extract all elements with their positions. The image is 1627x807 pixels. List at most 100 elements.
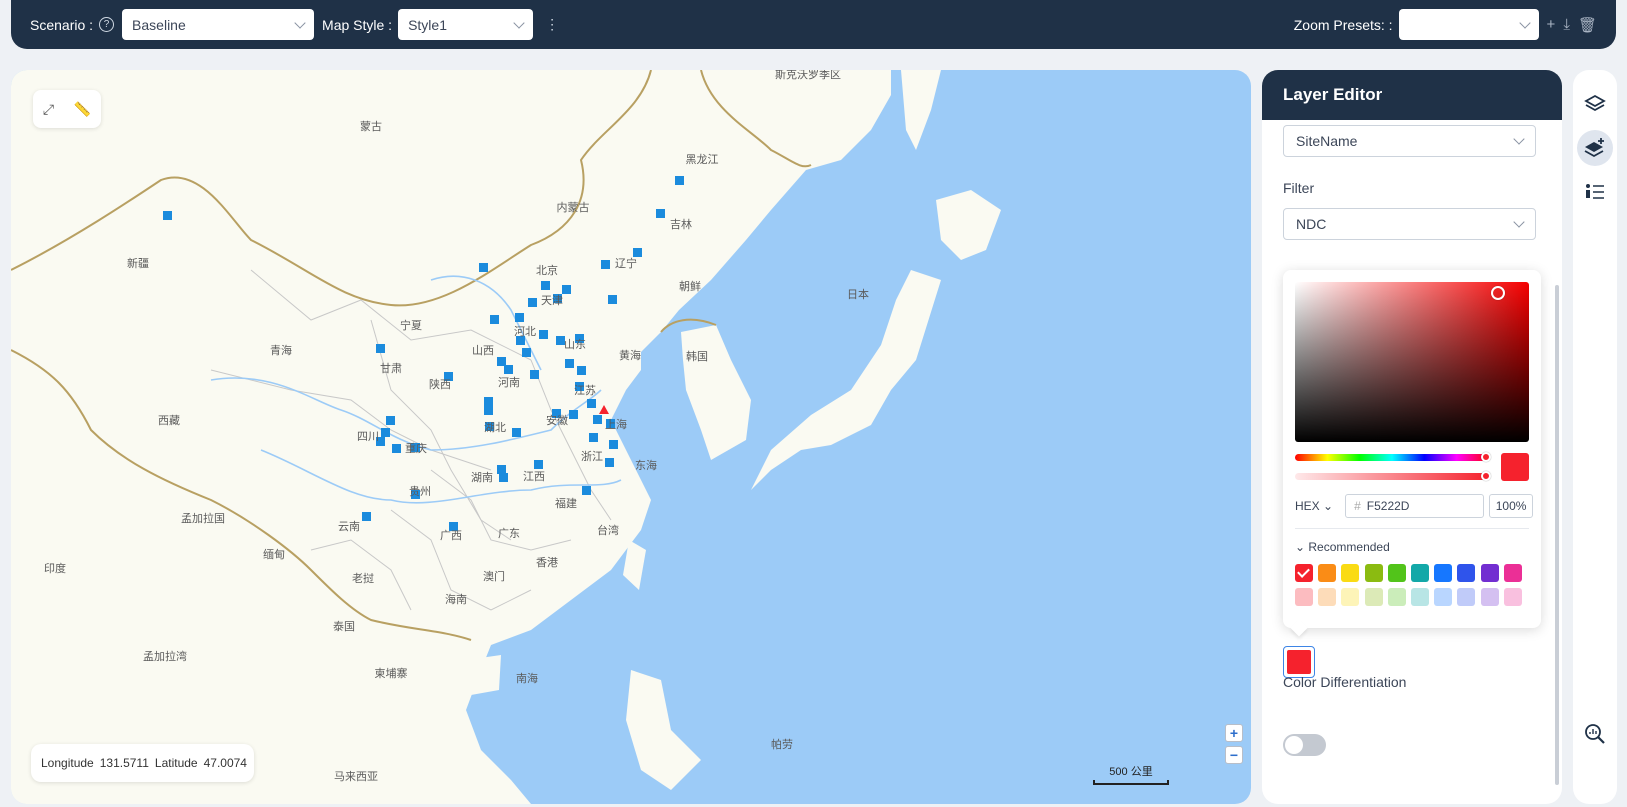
color-swatch-light[interactable] [1295,588,1313,606]
scenario-value: Baseline [132,16,186,33]
zoom-presets-select[interactable] [1398,9,1539,40]
scale-bar: 500 公里 [1093,763,1169,785]
color-swatch-light[interactable] [1503,588,1522,606]
color-swatch-light[interactable] [1341,588,1360,606]
color-swatch-light[interactable] [1318,588,1337,606]
coordinates-readout: Longitude 131.5711 Latitude 47.0074 [31,744,254,782]
map-label: 孟加拉国 [181,511,225,525]
map-label: 柬埔寨 [375,666,408,680]
map-label: 香港 [536,556,558,569]
color-swatch[interactable] [1480,564,1499,582]
map-label: 新疆 [127,256,149,270]
map-label: 山西 [472,344,494,357]
map-label: 澳门 [483,569,505,583]
chevron-down-icon [1513,216,1525,228]
panel-scrollbar[interactable] [1555,285,1559,785]
chevron-down-icon [1518,16,1531,29]
hue-handle[interactable] [1481,452,1491,462]
zoom-out-button[interactable]: − [1225,746,1243,764]
saturation-handle[interactable] [1491,286,1505,300]
layer-editor-panel: Layer Editor SiteName Filter NDC HEX ⌄ #… [1262,70,1562,804]
color-swatch[interactable] [1364,564,1383,582]
map-label: 四川 [357,431,379,443]
ruler-icon[interactable]: 📏 [74,101,91,118]
legend-list-icon[interactable] [1577,174,1613,210]
check-icon [1297,565,1310,578]
layer-add-icon[interactable] [1577,130,1613,166]
alpha-slider[interactable] [1295,471,1491,481]
map-label: 西藏 [158,414,180,427]
add-preset-icon[interactable]: + [1547,16,1556,33]
map-label: 日本 [847,287,869,301]
data-search-icon[interactable] [1577,716,1613,752]
color-differentiation-label: Color Differentiation [1283,674,1407,690]
saturation-area[interactable] [1295,282,1529,442]
color-swatch-light[interactable] [1434,588,1453,606]
filter-select[interactable]: NDC [1283,208,1536,240]
hex-row: HEX ⌄ # F5222D 100% [1295,494,1534,518]
latitude-value: 47.0074 [203,756,247,770]
right-rail [1573,70,1617,804]
map-view[interactable]: 斯克沃罗季区 蒙古 黑龙江 内蒙古 吉林 新疆 辽宁 北京 天津 朝鲜 日本 宁夏 河北 山西 山东 青海 黄海… [11,70,1251,804]
color-swatch[interactable] [1503,564,1522,582]
map-style-select[interactable]: Style1 [398,9,534,40]
map-style-value: Style1 [408,16,447,33]
filter-label: Filter [1283,180,1315,196]
map-label: 安徽 [546,413,568,427]
map-label: 上海 [605,417,627,431]
longitude-value: 131.5711 [99,756,149,770]
map-label: 黑龙江 [686,153,719,166]
map-label: 台湾 [597,523,619,537]
swatch-grid [1295,564,1522,606]
filter-value: NDC [1296,216,1327,232]
color-swatch[interactable] [1457,564,1476,582]
color-mode-select[interactable]: HEX ⌄ [1295,499,1333,513]
color-swatch[interactable] [1434,564,1453,582]
map-label: 广东 [498,527,520,540]
color-swatch[interactable] [1295,564,1313,582]
hex-prefix: # [1354,499,1361,513]
chevron-down-icon [294,16,306,29]
recommended-toggle[interactable]: ⌄ Recommended [1295,540,1390,554]
field-select[interactable]: SiteName [1283,125,1536,157]
color-swatch[interactable] [1387,564,1406,582]
map-label: 内蒙古 [557,200,590,214]
color-swatch-light[interactable] [1364,588,1383,606]
color-swatch-light[interactable] [1457,588,1476,606]
map-label: 浙江 [581,450,603,463]
color-swatch-light[interactable] [1387,588,1406,606]
color-swatch[interactable] [1318,564,1337,582]
chevron-down-icon [1513,133,1525,145]
map-label: 老挝 [352,571,374,585]
map-label: 南海 [516,671,538,685]
more-options-icon[interactable]: ⋮ [545,16,559,33]
color-swatch-light[interactable] [1480,588,1499,606]
zoom-presets-label: Zoom Presets: : [1293,16,1393,33]
alpha-handle[interactable] [1481,471,1491,481]
hue-slider[interactable] [1295,452,1491,462]
help-icon[interactable]: ? [99,17,115,32]
color-swatch-light[interactable] [1410,588,1429,606]
map-label: 吉林 [670,217,692,231]
chevron-down-icon [513,16,525,29]
map-label: 印度 [44,561,66,575]
color-swatch[interactable] [1341,564,1360,582]
fullscreen-icon[interactable]: ⤢ [43,101,54,118]
alpha-input[interactable]: 100% [1489,494,1534,518]
map-label: 宁夏 [400,318,422,332]
zoom-in-button[interactable]: + [1225,724,1243,742]
layers-icon[interactable] [1577,86,1613,122]
map-style-label: Map Style : [322,16,393,33]
map-label: 山东 [564,338,586,351]
map-label: 青海 [270,343,292,357]
color-differentiation-toggle[interactable] [1283,734,1326,756]
map-canvas[interactable]: 斯克沃罗季区蒙古黑龙江内蒙古吉林新疆 辽宁北京天津 朝鲜日本宁夏 河北山西 山东 青海 黄海… [11,70,1251,804]
map-label: 河北 [514,325,536,338]
hex-input[interactable]: # F5222D [1345,494,1485,518]
scenario-select[interactable]: Baseline [122,9,315,40]
color-swatch[interactable] [1410,564,1429,582]
map-label: 天津 [541,294,563,307]
download-icon[interactable]: ⤓ [1563,16,1570,33]
delete-icon[interactable]: 🗑 [1578,16,1597,34]
map-label: 斯克沃罗季区 [775,70,841,81]
